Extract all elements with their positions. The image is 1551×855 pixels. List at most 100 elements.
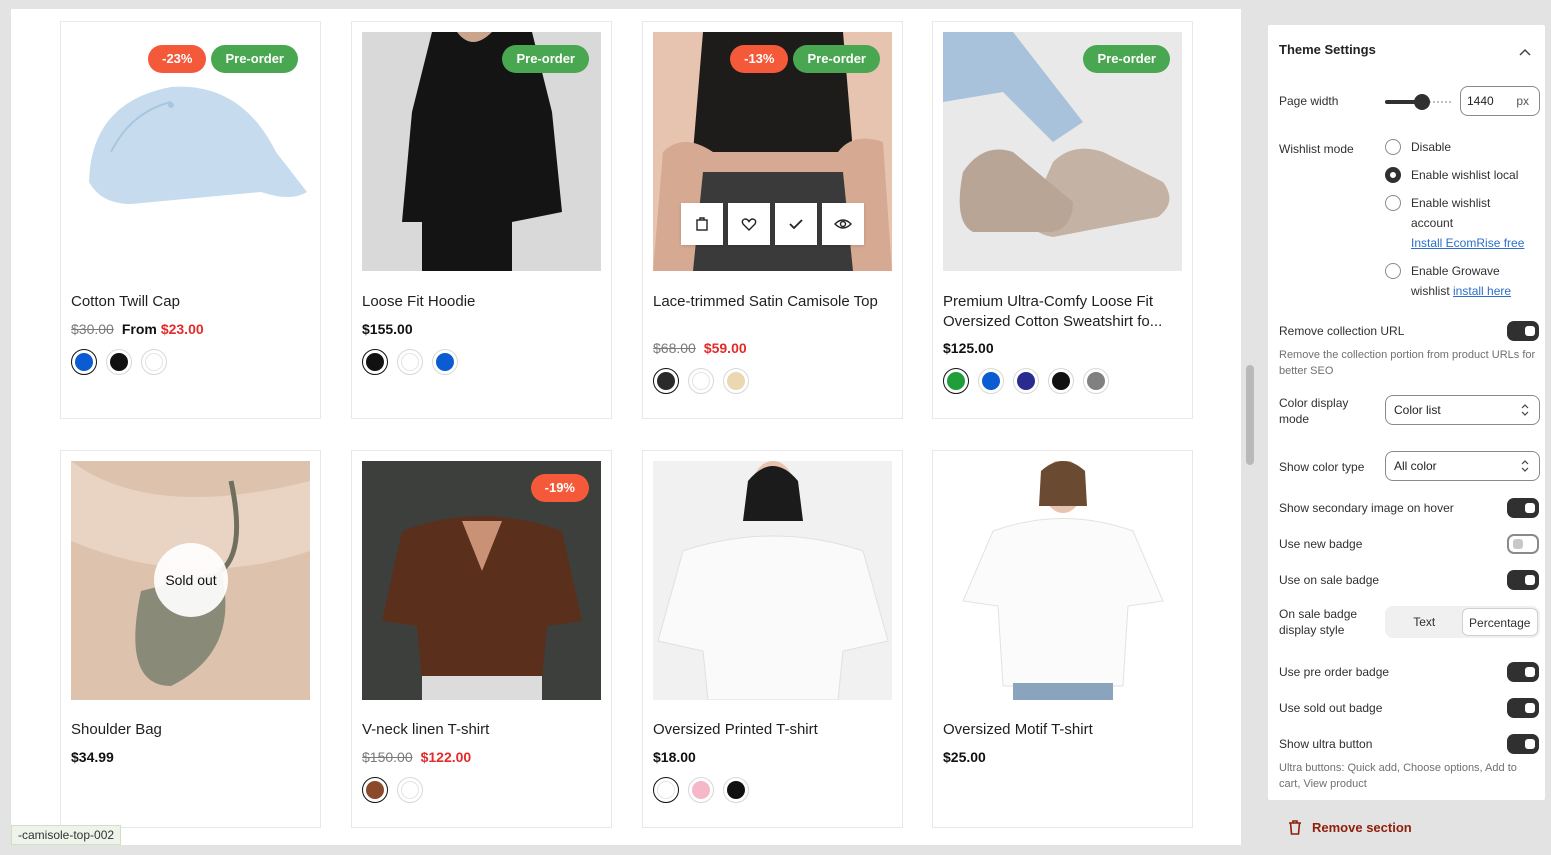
product-card[interactable]: -13% Pre-order Lace-trimmed Satin Camiso… <box>642 21 903 419</box>
color-swatch[interactable] <box>397 777 423 803</box>
remove-section-button[interactable]: Remove section <box>1288 820 1412 835</box>
product-image[interactable]: Sold out <box>71 461 310 700</box>
wishlist-option-local[interactable]: Enable wishlist local <box>1385 165 1518 185</box>
wishlist-option-account[interactable]: Enable wishlist account Install EcomRise… <box>1385 193 1535 253</box>
product-title[interactable]: Oversized Motif T-shirt <box>943 720 1183 740</box>
compare-price: $150.00 <box>362 749 413 765</box>
color-swatches <box>653 777 749 803</box>
product-price: $30.00 From $23.00 <box>71 321 204 337</box>
product-image[interactable] <box>943 461 1182 700</box>
product-card[interactable]: -19% V-neck linen T-shirt $150.00 $122.00 <box>351 450 612 828</box>
color-swatch[interactable] <box>141 349 167 375</box>
product-image[interactable] <box>653 461 892 700</box>
secondary-image-toggle[interactable] <box>1507 498 1539 518</box>
color-swatch[interactable] <box>362 777 388 803</box>
wishlist-button[interactable] <box>728 203 770 245</box>
page-width-slider[interactable] <box>1385 94 1451 110</box>
color-type-select[interactable]: All color <box>1385 451 1540 481</box>
ultra-button-toggle[interactable] <box>1507 734 1539 754</box>
color-swatch[interactable] <box>432 349 458 375</box>
radio-label: Disable <box>1411 140 1452 154</box>
quick-view-button[interactable] <box>822 203 864 245</box>
color-swatch[interactable] <box>362 349 388 375</box>
on-sale-badge-toggle[interactable] <box>1507 570 1539 590</box>
product-card[interactable]: Oversized Motif T-shirt $25.00 <box>932 450 1193 828</box>
product-title[interactable]: V-neck linen T-shirt <box>362 720 602 740</box>
badge-group: -13% Pre-order <box>730 45 880 73</box>
heart-icon <box>741 218 757 231</box>
remove-collection-help: Remove the collection portion from produ… <box>1279 349 1536 377</box>
segment-percentage[interactable]: Percentage <box>1461 608 1538 636</box>
install-ecomrise-link[interactable]: Install EcomRise free <box>1411 236 1524 250</box>
chevron-up-icon[interactable] <box>1519 43 1531 61</box>
color-display-select[interactable]: Color list <box>1385 395 1540 425</box>
remove-collection-toggle[interactable] <box>1507 321 1539 341</box>
compare-button[interactable] <box>775 203 817 245</box>
product-card[interactable]: -23% Pre-order Cotton Twill Cap $30.00 Fr… <box>60 21 321 419</box>
product-price: $68.00 $59.00 <box>653 340 747 356</box>
product-price: $25.00 <box>943 749 986 765</box>
sale-price: $59.00 <box>703 340 747 356</box>
status-bar-url: -camisole-top-002 <box>11 825 122 845</box>
product-card[interactable]: Pre-order Premium Ultra-Comfy Loose Fit … <box>932 21 1193 419</box>
pre-order-label: Use pre order badge <box>1279 665 1390 679</box>
color-swatch[interactable] <box>723 777 749 803</box>
page-width-input[interactable]: 1440 px <box>1460 86 1540 116</box>
color-swatch[interactable] <box>978 368 1004 394</box>
compare-price: $68.00 <box>653 340 696 356</box>
product-title[interactable]: Oversized Printed T-shirt <box>653 720 893 740</box>
product-title[interactable]: Premium Ultra-Comfy Loose Fit Oversized … <box>943 292 1183 332</box>
color-swatch[interactable] <box>653 368 679 394</box>
radio-label: Enable wishlist local <box>1411 168 1519 182</box>
product-price: $150.00 $122.00 <box>362 749 471 765</box>
ultra-button-label: Show ultra button <box>1279 737 1373 751</box>
color-swatch[interactable] <box>1013 368 1039 394</box>
product-price: $125.00 <box>943 340 994 356</box>
product-title[interactable]: Shoulder Bag <box>71 720 311 740</box>
product-price: $34.99 <box>71 749 114 765</box>
product-price: $18.00 <box>653 749 696 765</box>
select-arrows-icon <box>1521 460 1529 472</box>
storefront-preview: -23% Pre-order Cotton Twill Cap $30.00 Fr… <box>11 9 1241 845</box>
new-badge-toggle[interactable] <box>1507 534 1539 554</box>
color-swatch[interactable] <box>106 349 132 375</box>
color-swatch[interactable] <box>71 349 97 375</box>
color-swatch[interactable] <box>397 349 423 375</box>
color-swatch[interactable] <box>688 368 714 394</box>
product-card[interactable]: Sold out Shoulder Bag $34.99 <box>60 450 321 828</box>
quick-add-button[interactable] <box>681 203 723 245</box>
color-swatch[interactable] <box>653 777 679 803</box>
color-swatch[interactable] <box>1083 368 1109 394</box>
wishlist-option-disable[interactable]: Disable <box>1385 137 1451 157</box>
segment-text[interactable]: Text <box>1387 608 1462 636</box>
pre-order-toggle[interactable] <box>1507 662 1539 682</box>
product-card[interactable]: Pre-order Loose Fit Hoodie $155.00 <box>351 21 612 419</box>
sale-price: $23.00 <box>160 321 204 337</box>
new-badge-label: Use new badge <box>1279 537 1363 551</box>
color-swatch[interactable] <box>688 777 714 803</box>
badge-group: Pre-order <box>502 45 589 73</box>
product-title[interactable]: Loose Fit Hoodie <box>362 292 602 312</box>
color-swatches <box>653 368 749 394</box>
radio-dot <box>1385 139 1401 155</box>
product-title[interactable]: Lace-trimmed Satin Camisole Top <box>653 292 893 312</box>
color-swatch[interactable] <box>943 368 969 394</box>
wishlist-option-growave[interactable]: Enable Growave wishlist install here <box>1385 261 1535 301</box>
sold-out-toggle[interactable] <box>1507 698 1539 718</box>
install-growave-link[interactable]: install here <box>1453 284 1511 298</box>
product-card[interactable]: Oversized Printed T-shirt $18.00 <box>642 450 903 828</box>
price-from-label: From <box>121 321 157 337</box>
sale-price: $122.00 <box>420 749 472 765</box>
check-icon <box>789 219 803 230</box>
sale-badge: -19% <box>530 474 589 502</box>
color-type-label: Show color type <box>1279 460 1365 474</box>
color-display-label: Color display mode <box>1279 396 1349 426</box>
product-title[interactable]: Cotton Twill Cap <box>71 292 311 312</box>
color-swatch[interactable] <box>1048 368 1074 394</box>
radio-label: Enable wishlist account Install EcomRise… <box>1411 193 1531 253</box>
slider-knob[interactable] <box>1414 94 1430 110</box>
scrollbar-thumb[interactable] <box>1246 365 1254 465</box>
color-swatch[interactable] <box>723 368 749 394</box>
remove-collection-label: Remove collection URL <box>1279 324 1405 338</box>
badge-group: -23% Pre-order <box>148 45 298 73</box>
